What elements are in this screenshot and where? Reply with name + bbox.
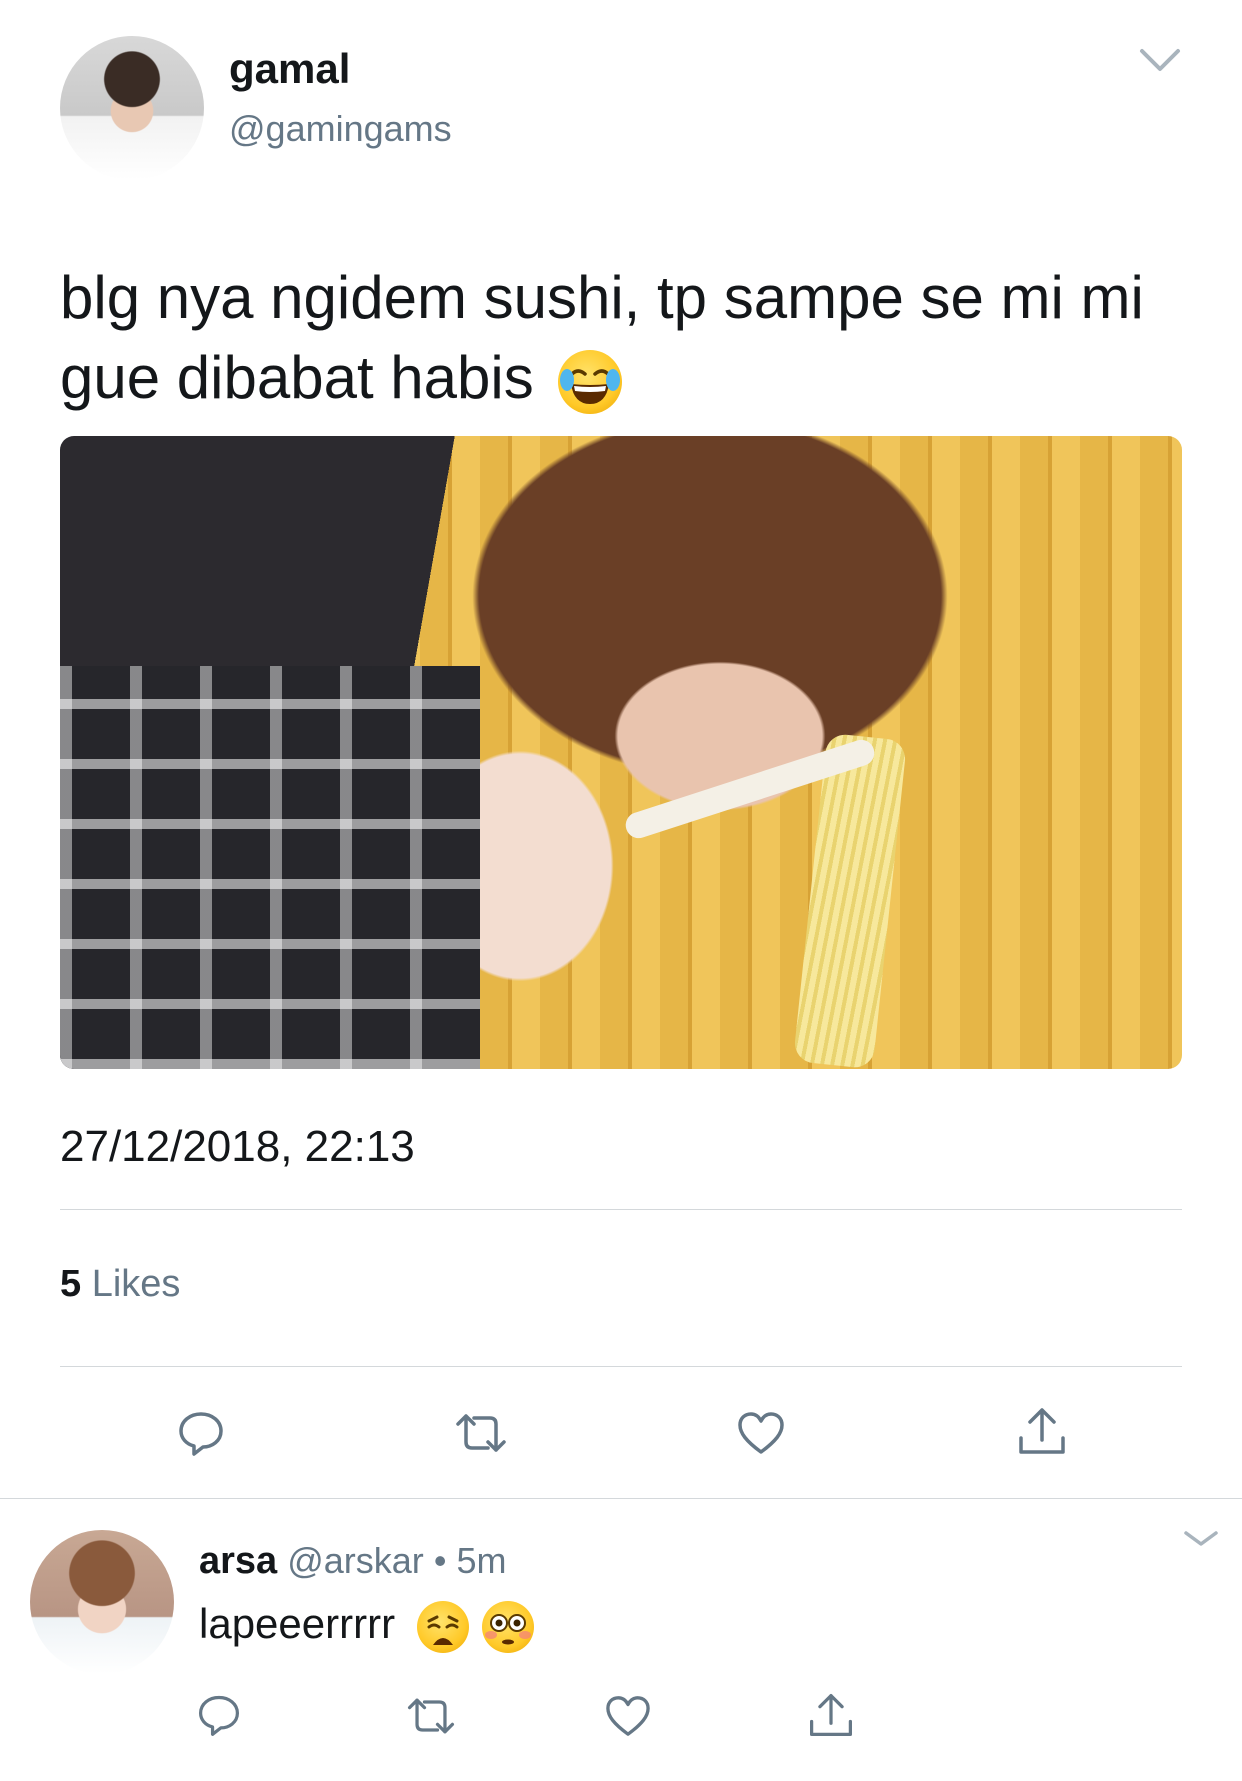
tweet-photo[interactable]	[60, 436, 1182, 1069]
reply-author-handle[interactable]: @arskar	[287, 1540, 424, 1581]
retweet-icon[interactable]	[404, 1694, 458, 1738]
likes-count[interactable]: 5 Likes	[60, 1263, 180, 1306]
author-avatar[interactable]	[60, 36, 204, 180]
likes-label: Likes	[91, 1263, 181, 1305]
tweet-timestamp[interactable]: 27/12/2018, 22:13	[60, 1122, 415, 1172]
reply-text-body: lapeeerrrrr	[199, 1600, 396, 1647]
chevron-down-icon[interactable]	[1138, 46, 1182, 74]
reply-icon[interactable]	[196, 1692, 242, 1738]
retweet-icon[interactable]	[452, 1410, 510, 1456]
reply-header: arsa @arskar • 5m	[199, 1540, 506, 1583]
reply-text: lapeeerrrrr	[199, 1600, 535, 1653]
divider	[60, 1209, 1182, 1210]
like-icon[interactable]	[604, 1694, 652, 1738]
tweet-text-line-1: blg nya ngidem sushi, tp sampe se mi mi	[60, 264, 1144, 331]
likes-number: 5	[60, 1263, 82, 1305]
reply-author-name[interactable]: arsa	[199, 1540, 277, 1582]
author-name[interactable]: gamal	[229, 45, 350, 93]
author-handle[interactable]: @gamingams	[229, 108, 452, 150]
divider	[60, 1366, 1182, 1367]
like-icon[interactable]	[736, 1410, 786, 1456]
reply-author-avatar[interactable]	[30, 1530, 174, 1674]
weary-face-icon	[416, 1600, 469, 1653]
photo-noodles	[792, 732, 908, 1069]
reply-time[interactable]: 5m	[456, 1540, 506, 1581]
reply-icon[interactable]	[176, 1408, 226, 1458]
tweet-text-line-2: gue dibabat habis	[60, 344, 534, 411]
photo-plaid-shirt	[60, 666, 480, 1069]
face-with-tears-of-joy-icon	[558, 350, 623, 415]
share-icon[interactable]	[807, 1690, 855, 1740]
flushed-face-icon	[482, 1600, 535, 1653]
share-icon[interactable]	[1016, 1404, 1068, 1458]
chevron-down-icon[interactable]	[1182, 1529, 1220, 1549]
tweet-text: blg nya ngidem sushi, tp sampe se mi mi …	[60, 258, 1190, 418]
divider	[0, 1498, 1242, 1499]
reply-separator: •	[433, 1540, 447, 1581]
